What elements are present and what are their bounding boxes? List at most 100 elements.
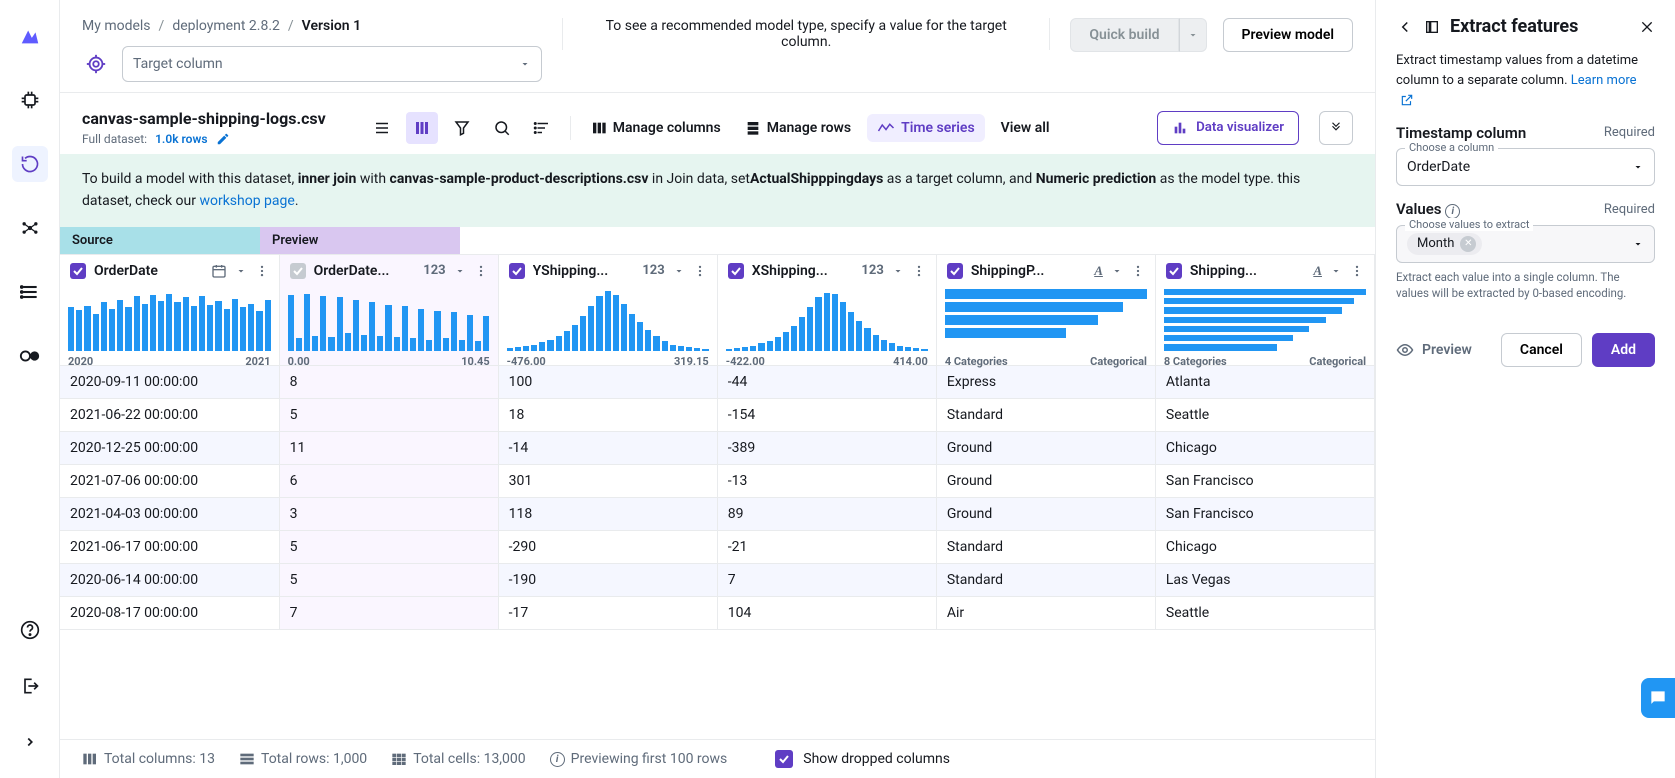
list-icon[interactable] bbox=[12, 274, 48, 310]
quick-build-caret bbox=[1179, 18, 1207, 52]
info-icon[interactable]: i bbox=[1445, 204, 1460, 219]
column-histogram: 20202021 bbox=[60, 285, 279, 365]
table-cell: 118 bbox=[498, 497, 717, 530]
column-name: OrderDate... bbox=[314, 263, 416, 279]
data-grid[interactable]: OrderDate20202021OrderDate...1230.0010.4… bbox=[60, 254, 1375, 739]
table-row[interactable]: 2020-06-14 00:00:005-1907StandardLas Veg… bbox=[60, 563, 1375, 596]
column-checkbox[interactable] bbox=[728, 263, 744, 279]
column-menu-icon[interactable] bbox=[693, 264, 707, 278]
column-checkbox[interactable] bbox=[947, 263, 963, 279]
chat-fab[interactable] bbox=[1641, 678, 1675, 718]
table-cell: 2021-06-17 00:00:00 bbox=[60, 530, 279, 563]
table-cell: Standard bbox=[936, 563, 1155, 596]
table-cell: Standard bbox=[936, 398, 1155, 431]
preview-tab[interactable]: Preview bbox=[260, 227, 460, 254]
panel-list-icon bbox=[1424, 19, 1440, 35]
source-tab[interactable]: Source bbox=[60, 227, 260, 254]
table-row[interactable]: 2021-06-22 00:00:00518-154StandardSeattl… bbox=[60, 398, 1375, 431]
table-cell: 11 bbox=[279, 431, 498, 464]
column-dropdown-icon[interactable] bbox=[1111, 265, 1123, 277]
edit-icon[interactable] bbox=[216, 132, 230, 146]
list-view-icon[interactable] bbox=[366, 112, 398, 144]
column-type bbox=[211, 263, 227, 279]
total-rows-stat: Total rows: 1,000 bbox=[239, 751, 367, 767]
close-icon[interactable] bbox=[1639, 19, 1655, 35]
view-all-button[interactable]: View all bbox=[993, 120, 1058, 136]
column-checkbox[interactable] bbox=[509, 263, 525, 279]
search-icon[interactable] bbox=[486, 112, 518, 144]
help-icon[interactable] bbox=[12, 612, 48, 648]
table-cell: -21 bbox=[717, 530, 936, 563]
add-button[interactable]: Add bbox=[1592, 333, 1655, 367]
workshop-link[interactable]: workshop page bbox=[199, 193, 294, 209]
breadcrumb-item[interactable]: deployment 2.8.2 bbox=[172, 18, 280, 34]
table-cell: Chicago bbox=[1155, 530, 1374, 563]
column-menu-icon[interactable] bbox=[1131, 264, 1145, 278]
remove-chip-icon[interactable]: ✕ bbox=[1460, 236, 1476, 252]
table-cell: -389 bbox=[717, 431, 936, 464]
values-select[interactable]: Choose values to extract Month✕ bbox=[1396, 225, 1655, 263]
manage-columns-button[interactable]: Manage columns bbox=[583, 120, 729, 136]
panel-description: Extract timestamp values from a datetime… bbox=[1396, 51, 1655, 110]
column-tabs: Source Preview bbox=[60, 227, 1375, 254]
header-more-button[interactable] bbox=[1319, 111, 1353, 145]
column-dropdown-icon[interactable] bbox=[892, 265, 904, 277]
column-histogram: 4 CategoriesCategorical bbox=[937, 285, 1155, 365]
table-cell: -13 bbox=[717, 464, 936, 497]
network-icon[interactable] bbox=[12, 210, 48, 246]
table-cell: 6 bbox=[279, 464, 498, 497]
column-checkbox[interactable] bbox=[70, 263, 86, 279]
column-histogram: 8 CategoriesCategorical bbox=[1156, 285, 1374, 365]
table-cell: 7 bbox=[279, 596, 498, 629]
timestamp-column-label: Timestamp column bbox=[1396, 124, 1526, 142]
logout-icon[interactable] bbox=[12, 668, 48, 704]
table-cell: -154 bbox=[717, 398, 936, 431]
chip-icon[interactable] bbox=[12, 82, 48, 118]
value-chip[interactable]: Month✕ bbox=[1407, 233, 1482, 255]
preview-model-button[interactable]: Preview model bbox=[1223, 18, 1353, 52]
table-row[interactable]: 2020-12-25 00:00:0011-14-389GroundChicag… bbox=[60, 431, 1375, 464]
table-row[interactable]: 2021-04-03 00:00:00311889GroundSan Franc… bbox=[60, 497, 1375, 530]
preview-action[interactable]: Preview bbox=[1396, 341, 1472, 359]
table-cell: 2021-06-22 00:00:00 bbox=[60, 398, 279, 431]
target-column-select[interactable]: Target column bbox=[122, 46, 542, 82]
table-cell: -190 bbox=[498, 563, 717, 596]
column-dropdown-icon[interactable] bbox=[673, 265, 685, 277]
expand-icon[interactable] bbox=[12, 724, 48, 760]
table-cell: Atlanta bbox=[1155, 365, 1374, 398]
column-dropdown-icon[interactable] bbox=[235, 265, 247, 277]
column-dropdown-icon[interactable] bbox=[1330, 265, 1342, 277]
cancel-button[interactable]: Cancel bbox=[1501, 333, 1582, 367]
column-menu-icon[interactable] bbox=[1350, 264, 1364, 278]
grid-view-icon[interactable] bbox=[406, 112, 438, 144]
dataset-name: canvas-sample-shipping-logs.csv bbox=[82, 109, 326, 128]
column-dropdown-icon[interactable] bbox=[454, 265, 466, 277]
breadcrumb-current: Version 1 bbox=[302, 18, 361, 34]
column-menu-icon[interactable] bbox=[255, 264, 269, 278]
column-checkbox[interactable] bbox=[1166, 263, 1182, 279]
table-row[interactable]: 2020-08-17 00:00:007-17104AirSeattle bbox=[60, 596, 1375, 629]
timestamp-column-select[interactable]: Choose a column OrderDate bbox=[1396, 148, 1655, 186]
table-cell: Chicago bbox=[1155, 431, 1374, 464]
sort-icon[interactable] bbox=[526, 112, 558, 144]
refresh-icon[interactable] bbox=[12, 146, 48, 182]
manage-rows-button[interactable]: Manage rows bbox=[737, 120, 859, 136]
table-cell: -290 bbox=[498, 530, 717, 563]
column-checkbox[interactable] bbox=[290, 263, 306, 279]
column-menu-icon[interactable] bbox=[912, 264, 926, 278]
data-visualizer-button[interactable]: Data visualizer bbox=[1157, 111, 1299, 145]
time-series-button[interactable]: Time series bbox=[867, 114, 985, 142]
back-icon[interactable] bbox=[1396, 18, 1414, 36]
table-row[interactable]: 2021-07-06 00:00:006301-13GroundSan Fran… bbox=[60, 464, 1375, 497]
show-dropped-checkbox[interactable]: Show dropped columns bbox=[775, 750, 950, 768]
logo-icon[interactable] bbox=[12, 18, 48, 54]
breadcrumb-item[interactable]: My models bbox=[82, 18, 151, 34]
column-menu-icon[interactable] bbox=[474, 264, 488, 278]
dataset-rows-link[interactable]: 1.0k rows bbox=[155, 132, 207, 146]
learn-more-link[interactable]: Learn more bbox=[1571, 73, 1637, 88]
toggle-icon[interactable] bbox=[12, 338, 48, 374]
table-row[interactable]: 2020-09-11 00:00:008100-44ExpressAtlanta bbox=[60, 365, 1375, 398]
filter-icon[interactable] bbox=[446, 112, 478, 144]
table-row[interactable]: 2021-06-17 00:00:005-290-21StandardChica… bbox=[60, 530, 1375, 563]
left-nav-rail bbox=[0, 0, 60, 778]
